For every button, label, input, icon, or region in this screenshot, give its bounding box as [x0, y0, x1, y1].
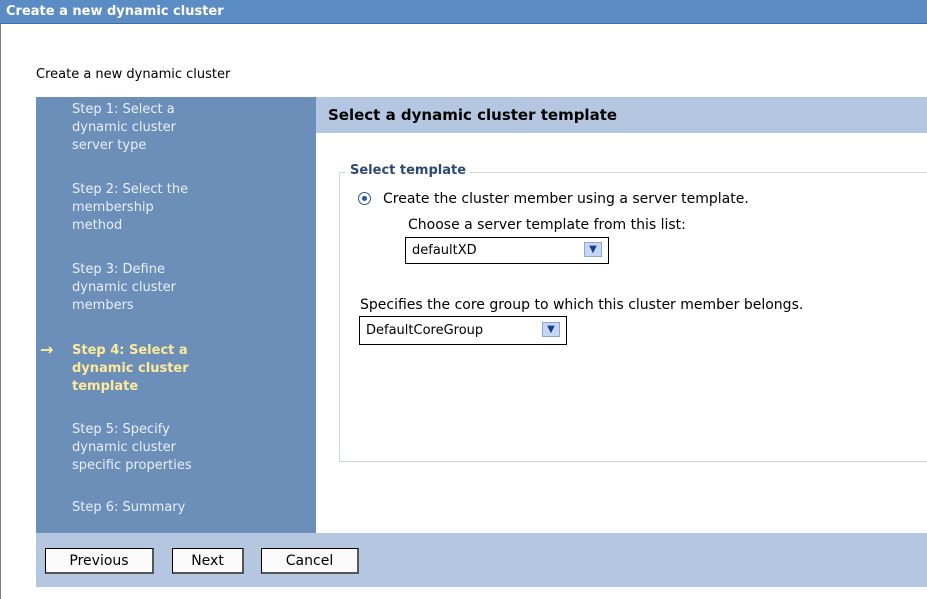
content-panel: Select a dynamic cluster template Select… [316, 97, 927, 533]
step-2-line-2: membership [72, 200, 154, 215]
right-arrow-icon: → [40, 340, 54, 359]
button-bar: Previous Next Cancel [36, 533, 927, 586]
radio-selected-dot [362, 196, 367, 201]
step-5-line-3: specific properties [72, 458, 192, 473]
server-template-select[interactable]: defaultXD ▼ [405, 237, 609, 264]
step-2: Step 2: Select the membership method [72, 181, 262, 235]
step-1-line-3: server type [72, 138, 147, 153]
radio-label: Create the cluster member using a server… [383, 191, 749, 207]
bottom-divider [36, 586, 927, 587]
step-4-current: Step 4: Select a dynamic cluster templat… [72, 342, 262, 396]
step-4-line-3: template [72, 379, 139, 394]
previous-button[interactable]: Previous [45, 548, 154, 574]
step-1: Step 1: Select a dynamic cluster server … [72, 101, 262, 155]
steps-panel: Step 1: Select a dynamic cluster server … [36, 97, 316, 533]
frame-border [0, 24, 1, 599]
step-2-line-1: Step 2: Select the [72, 182, 189, 197]
content-header: Select a dynamic cluster template [316, 97, 927, 133]
next-button[interactable]: Next [172, 548, 244, 574]
core-group-label: Specifies the core group to which this c… [360, 297, 804, 313]
chevron-down-icon[interactable]: ▼ [542, 322, 560, 337]
chevron-down-icon[interactable]: ▼ [584, 242, 602, 257]
window-title: Create a new dynamic cluster [0, 0, 927, 24]
fieldset-legend: Select template [346, 162, 471, 180]
step-3-line-3: members [72, 298, 134, 313]
core-group-value: DefaultCoreGroup [366, 323, 484, 338]
step-3-line-2: dynamic cluster [72, 280, 176, 295]
step-5: Step 5: Specify dynamic cluster specific… [72, 421, 262, 475]
core-group-select[interactable]: DefaultCoreGroup ▼ [359, 316, 567, 345]
step-4-line-1: Step 4: Select a [72, 343, 188, 358]
step-3-line-1: Step 3: Define [72, 262, 165, 277]
server-template-value: defaultXD [412, 243, 477, 258]
page-subtitle: Create a new dynamic cluster [36, 67, 231, 82]
step-3: Step 3: Define dynamic cluster members [72, 261, 262, 315]
cancel-button[interactable]: Cancel [261, 548, 359, 574]
step-6-line-1: Step 6: Summary [72, 500, 186, 515]
step-2-line-3: method [72, 218, 123, 233]
step-1-line-2: dynamic cluster [72, 120, 176, 135]
choose-template-label: Choose a server template from this list: [408, 217, 686, 233]
step-5-line-2: dynamic cluster [72, 440, 176, 455]
step-1-line-1: Step 1: Select a [72, 102, 175, 117]
step-5-line-1: Step 5: Specify [72, 422, 170, 437]
step-4-line-2: dynamic cluster [72, 361, 189, 376]
server-template-radio[interactable] [358, 192, 371, 205]
step-6: Step 6: Summary [72, 499, 262, 517]
